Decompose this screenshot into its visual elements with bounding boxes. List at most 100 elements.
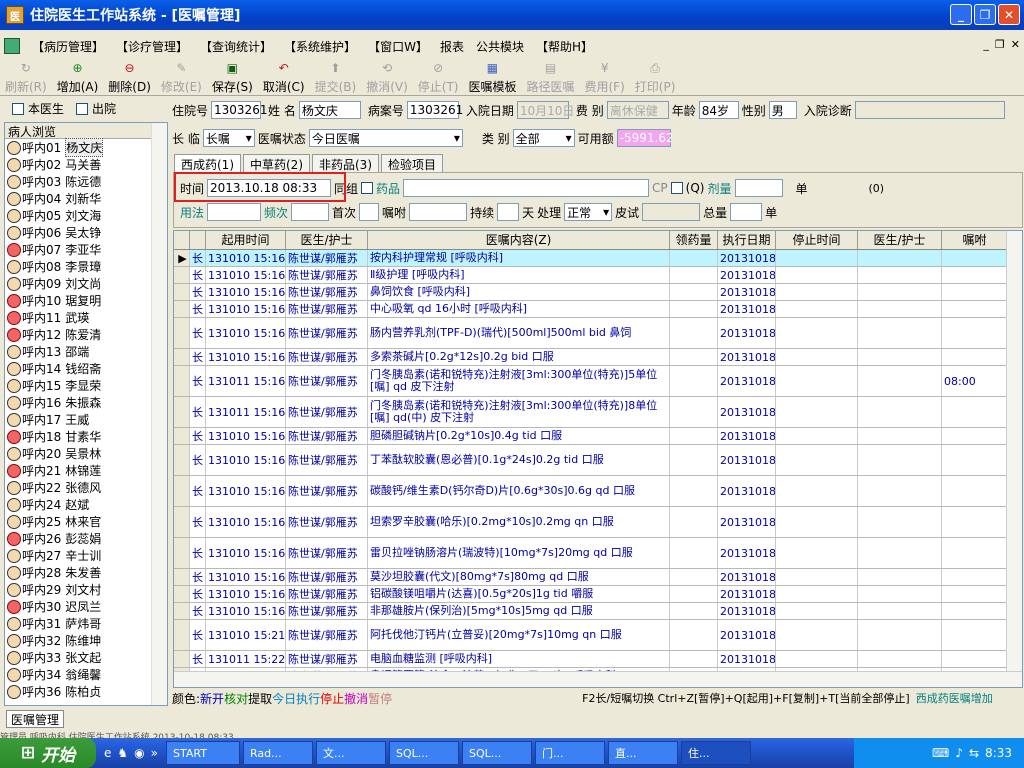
column-header[interactable]: 领药量 [670,231,718,249]
table-row[interactable]: 长 131010 15:16 陈世谋/郭雁苏 莫沙坦胶囊(代文)[80mg*7s]80… [174,569,1022,586]
toolbar-button-template[interactable]: ▦ 医嘱模板 [463,58,521,95]
duration-field[interactable] [497,203,520,221]
age-field[interactable]: 84岁 [698,101,739,119]
table-row[interactable]: 长 131010 15:16 陈世谋/郭雁苏 胆磷胆碱钠片[0.2g*10s]0.4g… [174,428,1022,445]
toolbar-button-undo[interactable]: ↶ 取消(C) [258,58,310,95]
table-row[interactable]: 长 131010 15:21 陈世谋/郭雁苏 阿托伐他汀钙片(立普妥)[20mg*7s… [174,620,1022,651]
order-status-select[interactable]: 今日医嘱 ▾ [308,129,463,147]
menu-medical-record[interactable]: 【病历管理】 [26,38,110,55]
tab-lab-items[interactable]: 检验项目 [381,154,444,173]
minimize-button[interactable]: _ [950,4,972,25]
patient-list-item[interactable]: 呼内15 李显荣 [5,377,167,394]
patient-list-item[interactable]: 呼内04 刘新华 [5,190,167,207]
quicklaunch-icon[interactable]: ♞ [117,746,128,760]
patient-list-item[interactable]: 呼内34 翁绳馨 [5,666,167,683]
total-field[interactable] [730,203,763,221]
inpatient-no-field[interactable]: 1303261 [211,101,267,119]
patient-list-item[interactable]: 呼内03 陈远德 [5,173,167,190]
table-row[interactable]: 长 131010 15:16 陈世谋/郭雁苏 坦索罗辛胶囊(哈乐)[0.2mg*10s… [174,507,1022,538]
column-header[interactable]: 起用时间 [206,231,286,249]
patient-list-item[interactable]: 呼内20 吴景林 [5,445,167,462]
table-row[interactable]: 长 131010 15:16 陈世谋/郭雁苏 非那雄胺片(保列治)[5mg*10s]5… [174,603,1022,620]
patient-list-item[interactable]: 呼内07 李亚华 [5,241,167,258]
patient-list-item[interactable]: 呼内22 张德风 [5,479,167,496]
toolbar-button-path[interactable]: ▤ 路径医嘱 [521,58,579,95]
drug-field[interactable] [403,179,650,197]
table-row[interactable]: 长 131010 15:16 陈世谋/郭雁苏 丁苯酞软胶囊(恩必普)[0.1g*24s… [174,445,1022,476]
toolbar-button-revoke[interactable]: ⟲ 撤消(V) [361,58,413,95]
tab-herbal-medicine[interactable]: 中草药(2) [243,154,310,173]
diagnosis-field[interactable] [854,101,1005,119]
close-button[interactable]: ✕ [998,4,1020,25]
keyboard-icon[interactable]: ⌨ [932,746,949,760]
taskbar-item[interactable]: SQL... [388,741,459,765]
patient-list-item[interactable]: 呼内32 陈维坤 [5,632,167,649]
restore-button[interactable]: ❐ [974,4,996,25]
column-header[interactable]: 停止时间 [776,231,858,249]
patient-list-item[interactable]: 呼内01 杨文庆 [5,138,167,157]
table-row[interactable]: 长 131010 15:16 陈世谋/郭雁苏 碳酸钙/维生素D(钙尔奇D)片[0.6g… [174,476,1022,507]
note-field[interactable] [409,203,468,221]
column-header[interactable]: 医嘱内容(Z) [368,231,670,249]
taskbar-item[interactable]: START [165,741,240,765]
volume-icon[interactable]: ♪ [955,746,963,760]
toolbar-button-fee[interactable]: ¥ 费用(F) [580,58,630,95]
patient-list-item[interactable]: 呼内26 彭蕊娟 [5,530,167,547]
toolbar-button-submit[interactable]: ⬆ 提交(B) [310,58,362,95]
table-row[interactable]: 长 131010 15:16 陈世谋/郭雁苏 多索茶碱片[0.2g*12s]0.2g … [174,349,1022,366]
patient-list-item[interactable]: 呼内21 林锦莲 [5,462,167,479]
column-header[interactable]: 医生/护士 [286,231,368,249]
column-header[interactable]: 嘱咐 [942,231,1008,249]
toolbar-button-stop[interactable]: ⊘ 停止(T) [413,58,464,95]
usage-field[interactable] [207,203,262,221]
table-row[interactable]: 长 131010 15:16 陈世谋/郭雁苏 中心吸氧 qd 16小时 [呼吸内科] 2… [174,301,1022,318]
mdi-close-button[interactable]: ✕ [1011,38,1020,51]
sex-field[interactable]: 男 [768,101,797,119]
toolbar-button-add[interactable]: ⊕ 增加(A) [52,58,104,95]
table-row[interactable]: ▶ 长 131010 15:16 陈世谋/郭雁苏 按内科护理常规 [呼吸内科] 20131… [174,250,1022,267]
first-dose-field[interactable] [359,203,380,221]
name-field[interactable]: 杨文庆 [298,101,361,119]
patient-list-item[interactable]: 呼内14 钱绍斋 [5,360,167,377]
taskbar-item[interactable]: 门... [534,741,605,765]
patient-list-item[interactable]: 呼内25 林来官 [5,513,167,530]
taskbar-item[interactable]: Rad... [242,741,313,765]
fee-type-field[interactable]: 离休保健 [606,101,669,119]
patient-list-item[interactable]: 呼内31 萨炜哥 [5,615,167,632]
skin-test-field[interactable] [642,203,701,221]
order-type-select[interactable]: 长嘱 ▾ [202,129,255,147]
menu-report[interactable]: 报表 [434,38,470,55]
menu-public[interactable]: 公共模块 [470,38,530,55]
patient-list-item[interactable]: 呼内29 刘文村 [5,581,167,598]
column-header[interactable]: 执行日期 [718,231,776,249]
patient-list-item[interactable]: 呼内33 张文起 [5,649,167,666]
tab-non-drug[interactable]: 非药品(3) [312,154,379,173]
patient-list-item[interactable]: 呼内13 邵端 [5,343,167,360]
patient-list-item[interactable]: 呼内36 陈柏贞 [5,683,167,700]
more-icon[interactable]: » [151,746,158,760]
mdi-restore-button[interactable]: ❐ [995,38,1005,51]
patient-list-item[interactable]: 呼内05 刘文海 [5,207,167,224]
toolbar-button-edit[interactable]: ✎ 修改(E) [156,58,207,95]
cp-checkbox[interactable] [670,182,683,194]
patient-list-item[interactable]: 呼内24 赵斌 [5,496,167,513]
table-row[interactable]: 长 131010 15:16 陈世谋/郭雁苏 Ⅱ级护理 [呼吸内科] 20131018 [174,267,1022,284]
toolbar-button-refresh[interactable]: ↻ 刷新(R) [0,58,52,95]
category-select[interactable]: 全部 ▾ [512,129,575,147]
table-row[interactable]: 长 131010 15:16 陈世谋/郭雁苏 肠内营养乳剂(TPF-D)(瑞代)[50… [174,318,1022,349]
patient-list-item[interactable]: 呼内12 陈爱清 [5,326,167,343]
patient-list-item[interactable]: 呼内02 马关善 [5,156,167,173]
table-row[interactable]: 长 131010 15:16 陈世谋/郭雁苏 鼻饲饮食 [呼吸内科] 20131018 [174,284,1022,301]
menu-window[interactable]: 【窗口W】 [362,38,434,55]
menu-treatment[interactable]: 【诊疗管理】 [110,38,194,55]
taskbar-item[interactable]: 文... [315,741,386,765]
handle-select[interactable]: 正常 ▾ [564,203,613,221]
dose-field[interactable] [734,179,783,197]
discharged-checkbox[interactable]: 出院 [76,100,116,117]
explorer-icon[interactable]: ◉ [134,746,144,760]
clock[interactable]: 8:33 [985,746,1012,760]
toolbar-button-print[interactable]: ⎙ 打印(P) [630,58,681,95]
network-icon[interactable]: ⇆ [969,746,979,760]
taskbar-item[interactable]: SQL... [461,741,532,765]
table-row[interactable]: 长 131010 15:16 陈世谋/郭雁苏 铝碳酸镁咀嚼片(达喜)[0.5g*20s… [174,586,1022,603]
